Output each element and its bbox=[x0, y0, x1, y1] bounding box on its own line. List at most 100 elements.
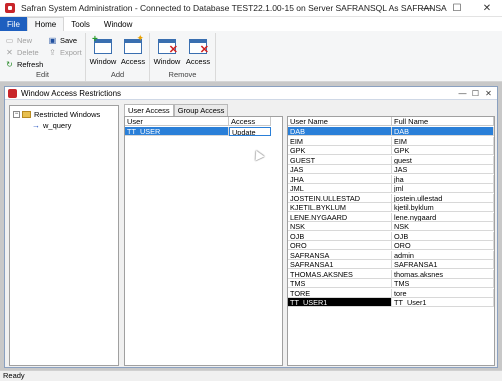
user-cell-name[interactable]: JOSTEIN.ULLESTAD bbox=[288, 193, 392, 203]
user-cell-full-name[interactable]: NSK bbox=[392, 222, 494, 231]
remove-window-button[interactable]: ✕ Window bbox=[152, 35, 182, 69]
remove-access-icon: ✕ bbox=[189, 36, 209, 56]
user-cell-name[interactable]: LENE.NYGAARD bbox=[288, 212, 392, 222]
user-cell-name[interactable]: SAFRANSA1 bbox=[288, 260, 392, 269]
user-cell-full-name[interactable]: TT_User1 bbox=[392, 298, 494, 307]
close-button[interactable]: ✕ bbox=[472, 0, 502, 17]
inner-minimize-button[interactable]: — bbox=[456, 87, 469, 99]
user-cell-full-name[interactable]: jha bbox=[392, 174, 494, 184]
inner-close-button[interactable]: ✕ bbox=[482, 87, 495, 99]
user-cell-name[interactable]: TMS bbox=[288, 279, 392, 288]
user-cell-full-name[interactable]: GPK bbox=[392, 146, 494, 155]
user-cell-name[interactable]: ORO bbox=[288, 241, 392, 250]
user-cell-full-name[interactable]: ORO bbox=[392, 241, 494, 250]
user-cell-full-name[interactable]: jml bbox=[392, 184, 494, 193]
user-cell-name[interactable]: EIM bbox=[288, 136, 392, 146]
user-cell-full-name[interactable]: SAFRANSA1 bbox=[392, 260, 494, 269]
access-cell-level[interactable]: Update bbox=[229, 127, 271, 136]
user-cell-name[interactable]: JAS bbox=[288, 165, 392, 174]
user-cell-full-name[interactable]: jostein.ullestad bbox=[392, 193, 494, 203]
tree-node-label: Restricted Windows bbox=[34, 109, 101, 119]
user-cell-name[interactable]: TT_USER1 bbox=[288, 298, 392, 307]
window-access-restrictions: Window Access Restrictions — ☐ ✕ − Restr… bbox=[4, 86, 498, 368]
user-cell-name[interactable]: KJETIL.BYKLUM bbox=[288, 203, 392, 212]
delete-button[interactable]: ✕ Delete bbox=[5, 47, 39, 58]
refresh-button[interactable]: ↻ Refresh bbox=[5, 59, 43, 70]
column-header-access[interactable]: Access bbox=[229, 117, 271, 126]
delete-icon: ✕ bbox=[6, 48, 13, 57]
window-arrow-icon: → bbox=[32, 120, 40, 130]
tab-window[interactable]: Window bbox=[97, 17, 139, 31]
user-cell-name[interactable]: THOMAS.AKSNES bbox=[288, 269, 392, 279]
new-button[interactable]: ▭ New bbox=[5, 35, 32, 46]
add-group-label: Add bbox=[110, 70, 125, 79]
user-cell-full-name[interactable]: guest bbox=[392, 155, 494, 165]
ribbon-tabs: File Home Tools Window bbox=[0, 17, 502, 31]
tree-node-w-query[interactable]: → w_query bbox=[32, 120, 71, 130]
tab-group-access[interactable]: Group Access bbox=[173, 104, 229, 116]
user-cell-name[interactable]: SAFRANSA bbox=[288, 250, 392, 260]
user-cell-name[interactable]: NSK bbox=[288, 222, 392, 231]
user-cell-name[interactable]: GUEST bbox=[288, 155, 392, 165]
minimize-button[interactable]: — bbox=[412, 0, 442, 17]
maximize-button[interactable]: ☐ bbox=[442, 0, 472, 17]
user-cell-full-name[interactable]: admin bbox=[392, 250, 494, 260]
mdi-client-area: Window Access Restrictions — ☐ ✕ − Restr… bbox=[0, 82, 502, 370]
tree-node-restricted-windows[interactable]: − Restricted Windows bbox=[13, 109, 100, 119]
title-bar: Safran System Administration - Connected… bbox=[0, 0, 502, 17]
user-cell-full-name[interactable]: JAS bbox=[392, 165, 494, 174]
edit-group: ▭ New ✕ Delete ↻ Refresh ▣ Save ⇪ Export… bbox=[0, 33, 86, 81]
window-controls: — ☐ ✕ bbox=[412, 0, 502, 17]
user-cell-full-name[interactable]: DAB bbox=[392, 127, 494, 136]
user-cell-name[interactable]: OJB bbox=[288, 231, 392, 241]
tab-user-access[interactable]: User Access bbox=[124, 104, 174, 116]
restricted-windows-tree[interactable]: − Restricted Windows → w_query bbox=[9, 105, 119, 366]
export-button[interactable]: ⇪ Export bbox=[48, 47, 82, 58]
user-cell-full-name[interactable]: OJB bbox=[392, 231, 494, 241]
add-access-button[interactable]: ✦ Access bbox=[118, 34, 148, 69]
user-cell-full-name[interactable]: lene.nygaard bbox=[392, 212, 494, 222]
user-cell-full-name[interactable]: thomas.aksnes bbox=[392, 269, 494, 279]
access-tabs: User Access Group Access bbox=[124, 104, 229, 116]
tree-expander-icon[interactable]: − bbox=[13, 110, 20, 118]
export-icon: ⇪ bbox=[49, 48, 56, 57]
tree-node-label: w_query bbox=[43, 120, 72, 130]
add-group: + Window ✦ Access Add bbox=[86, 33, 150, 81]
user-cell-name[interactable]: TORE bbox=[288, 288, 392, 298]
user-cell-full-name[interactable]: EIM bbox=[392, 136, 494, 146]
user-cell-full-name[interactable]: kjetil.byklum bbox=[392, 203, 494, 212]
ribbon: ▭ New ✕ Delete ↻ Refresh ▣ Save ⇪ Export… bbox=[0, 31, 502, 82]
column-header-user-name[interactable]: User Name bbox=[288, 117, 392, 126]
status-bar: Ready bbox=[0, 370, 502, 381]
inner-window-icon bbox=[8, 88, 17, 98]
column-header-full-name[interactable]: Full Name bbox=[392, 117, 494, 126]
tab-tools[interactable]: Tools bbox=[64, 17, 97, 31]
user-cell-name[interactable]: GPK bbox=[288, 146, 392, 155]
column-header-user[interactable]: User bbox=[125, 117, 229, 126]
window-title: Safran System Administration - Connected… bbox=[21, 3, 447, 13]
edit-group-label: Edit bbox=[36, 70, 49, 79]
add-access-icon: ✦ bbox=[124, 34, 144, 54]
save-button[interactable]: ▣ Save bbox=[48, 35, 77, 46]
inner-window-title: Window Access Restrictions bbox=[21, 88, 122, 98]
remove-group: ✕ Window ✕ Access Remove bbox=[150, 33, 216, 81]
user-cell-name[interactable]: DAB bbox=[288, 127, 392, 136]
remove-group-label: Remove bbox=[168, 70, 197, 79]
inner-window-controls: — ☐ ✕ bbox=[456, 87, 495, 99]
inner-title-bar: Window Access Restrictions — ☐ ✕ bbox=[5, 87, 497, 100]
user-cell-name[interactable]: JHA bbox=[288, 174, 392, 184]
users-grid[interactable]: User Name Full Name DAB DAB EIM EIM GPK GPK GU… bbox=[287, 116, 495, 366]
tab-home[interactable]: Home bbox=[26, 17, 65, 31]
access-cell-user[interactable]: TT_USER bbox=[125, 127, 229, 136]
add-window-button[interactable]: + Window bbox=[88, 35, 118, 69]
user-cell-full-name[interactable]: tore bbox=[392, 288, 494, 298]
user-cell-name[interactable]: JML bbox=[288, 184, 392, 193]
folder-icon bbox=[22, 110, 31, 118]
remove-access-button[interactable]: ✕ Access bbox=[183, 35, 213, 69]
inner-maximize-button[interactable]: ☐ bbox=[469, 87, 482, 99]
tab-file[interactable]: File bbox=[0, 17, 27, 31]
add-window-icon: + bbox=[92, 35, 112, 54]
save-icon: ▣ bbox=[48, 36, 57, 45]
app-icon bbox=[5, 3, 15, 13]
user-cell-full-name[interactable]: TMS bbox=[392, 279, 494, 288]
